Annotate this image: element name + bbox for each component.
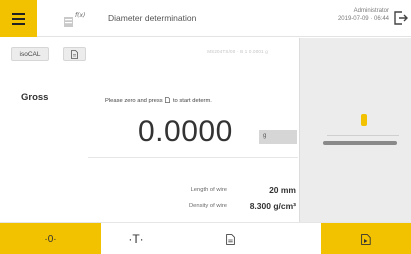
- user-info: Administrator 2019-07-09 · 06:44: [338, 7, 389, 23]
- weight-value: 0.0000: [138, 115, 233, 148]
- svg-text:f(x): f(x): [75, 12, 85, 19]
- document-button[interactable]: [63, 47, 86, 61]
- tare-button[interactable]: ·T·: [101, 223, 171, 254]
- result-icon: [361, 233, 371, 245]
- app-title: Diameter determination: [108, 13, 197, 23]
- print-button[interactable]: [200, 223, 260, 254]
- instruction-before: Please zero and press: [105, 98, 163, 104]
- param-label-length: Length of wire: [190, 187, 227, 193]
- sub-toolbar: isoCAL MS204TS/00 · B 1 0.0001 g: [0, 38, 298, 69]
- param-label-density: Density of wire: [188, 203, 227, 209]
- user-name: Administrator: [353, 8, 389, 14]
- header-bar: f(x) Diameter determination Administrato…: [0, 0, 411, 37]
- iso-cal-button[interactable]: isoCAL: [11, 47, 49, 61]
- logout-icon[interactable]: [393, 10, 408, 26]
- weight-bar: [323, 141, 397, 145]
- action-bar: ·0· ·T·: [0, 222, 411, 254]
- stability-indicator: [361, 114, 367, 126]
- start-result-button[interactable]: [321, 223, 411, 254]
- method-icon[interactable]: f(x): [63, 9, 85, 29]
- instruction-text: Please zero and press to start determ.: [105, 97, 212, 104]
- divider: [88, 157, 298, 158]
- stability-panel: [299, 38, 411, 222]
- document-icon: [71, 49, 78, 59]
- target-line: [327, 135, 399, 136]
- unit-selector[interactable]: g: [259, 130, 297, 144]
- param-value-length: 20 mm: [269, 185, 296, 195]
- zero-button[interactable]: ·0·: [0, 223, 101, 254]
- date-time: 2019-07-09 · 06:44: [337, 16, 389, 22]
- balance-info: MS204TS/00 · B 1 0.0001 g: [207, 49, 268, 54]
- main-menu-button[interactable]: [0, 0, 37, 37]
- weighing-mode-label: Gross: [21, 92, 49, 103]
- start-document-icon: [165, 97, 171, 103]
- hamburger-icon: [12, 12, 25, 15]
- print-icon: [225, 233, 235, 245]
- instruction-after: to start determ.: [172, 98, 212, 104]
- param-value-density: 8.300 g/cm³: [249, 201, 296, 211]
